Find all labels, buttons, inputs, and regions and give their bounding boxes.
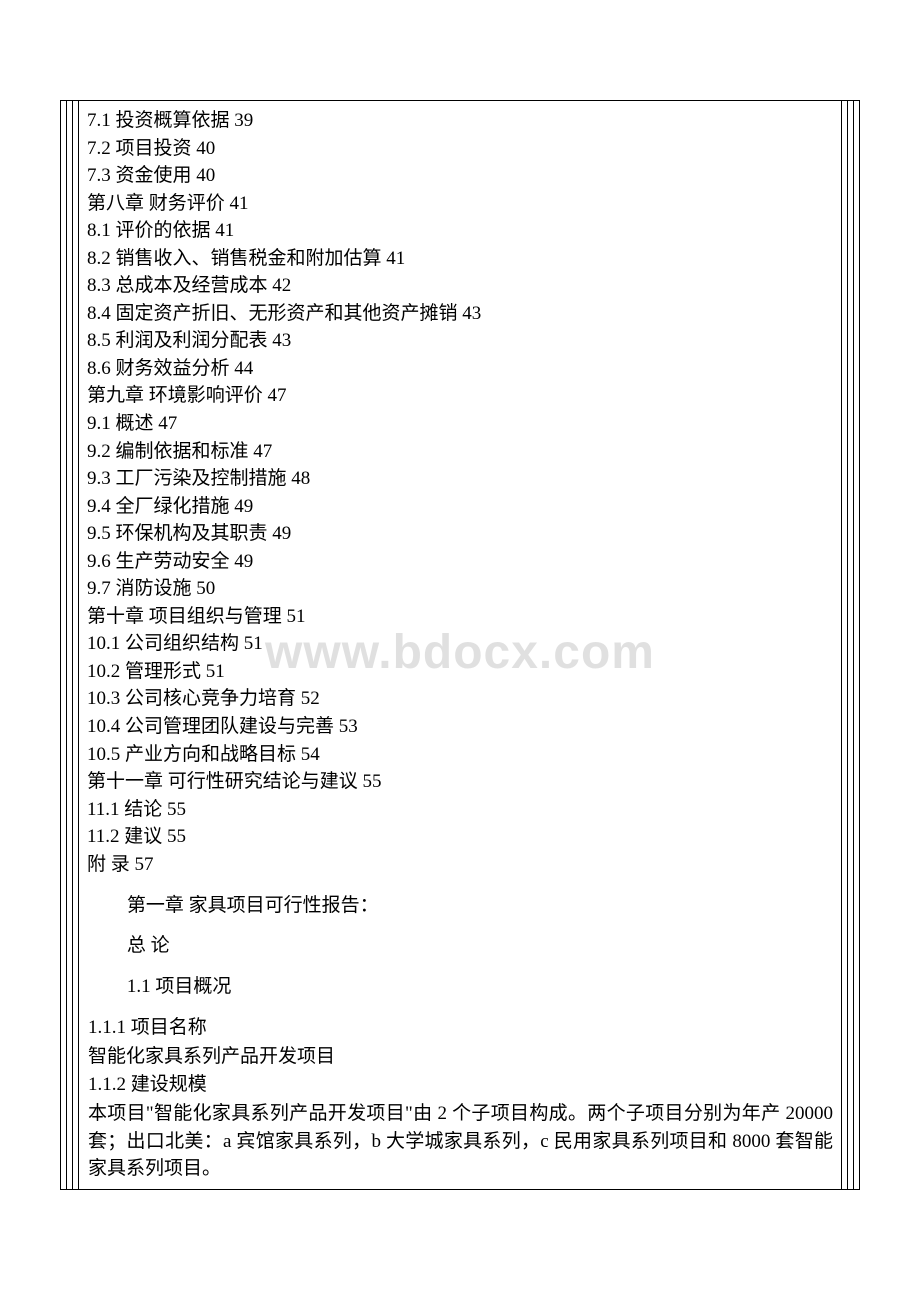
toc-line: 9.1 概述 47 [87, 410, 833, 438]
toc-line: 9.4 全厂绿化措施 49 [87, 493, 833, 521]
toc-line: 9.2 编制依据和标准 47 [87, 438, 833, 466]
toc-line: 9.6 生产劳动安全 49 [87, 548, 833, 576]
toc-appendix: 附 录 57 [87, 851, 833, 879]
toc-line: 10.4 公司管理团队建设与完善 53 [87, 713, 833, 741]
toc-line: 8.2 销售收入、销售税金和附加估算 41 [87, 245, 833, 273]
toc-line: 8.5 利润及利润分配表 43 [87, 327, 833, 355]
toc-line: 7.2 项目投资 40 [87, 135, 833, 163]
section-1-1-heading: 1.1 项目概况 [87, 973, 833, 1001]
toc-line: 8.6 财务效益分析 44 [87, 355, 833, 383]
toc-line: 9.5 环保机构及其职责 49 [87, 520, 833, 548]
toc-line: 10.1 公司组织结构 51 [87, 630, 833, 658]
section-1-1-2-title: 1.1.2 建设规模 [87, 1071, 833, 1099]
toc-chapter-10: 第十章 项目组织与管理 51 [87, 603, 833, 631]
general-heading: 总 论 [87, 932, 833, 960]
frame-col-right-3 [853, 101, 859, 1189]
toc-line: 8.4 固定资产折旧、无形资产和其他资产摊销 43 [87, 300, 833, 328]
toc-line: 7.3 资金使用 40 [87, 162, 833, 190]
toc-line: 8.3 总成本及经营成本 42 [87, 272, 833, 300]
content-cell: 7.1 投资概算依据 39 7.2 项目投资 40 7.3 资金使用 40 第八… [79, 101, 841, 1189]
toc-line: 9.3 工厂污染及控制措施 48 [87, 465, 833, 493]
toc-chapter-11: 第十一章 可行性研究结论与建议 55 [87, 768, 833, 796]
toc-chapter-9: 第九章 环境影响评价 47 [87, 382, 833, 410]
toc-line: 11.2 建议 55 [87, 823, 833, 851]
toc-line: 10.3 公司核心竞争力培育 52 [87, 685, 833, 713]
toc-line: 11.1 结论 55 [87, 796, 833, 824]
toc-line: 9.7 消防设施 50 [87, 575, 833, 603]
toc-line: 7.1 投资概算依据 39 [87, 107, 833, 135]
section-1-1-2-text: 本项目"智能化家具系列产品开发项目"由 2 个子项目构成。两个子项目分别为年产 … [87, 1100, 833, 1183]
toc-line: 8.1 评价的依据 41 [87, 217, 833, 245]
section-1-1-1-text: 智能化家具系列产品开发项目 [87, 1043, 833, 1071]
chapter-1-heading: 第一章 家具项目可行性报告： [87, 892, 833, 920]
toc-line: 10.5 产业方向和战略目标 54 [87, 741, 833, 769]
page-frame: 7.1 投资概算依据 39 7.2 项目投资 40 7.3 资金使用 40 第八… [60, 100, 860, 1190]
section-1-1-1-title: 1.1.1 项目名称 [87, 1014, 833, 1042]
toc-line: 10.2 管理形式 51 [87, 658, 833, 686]
toc-chapter-8: 第八章 财务评价 41 [87, 190, 833, 218]
